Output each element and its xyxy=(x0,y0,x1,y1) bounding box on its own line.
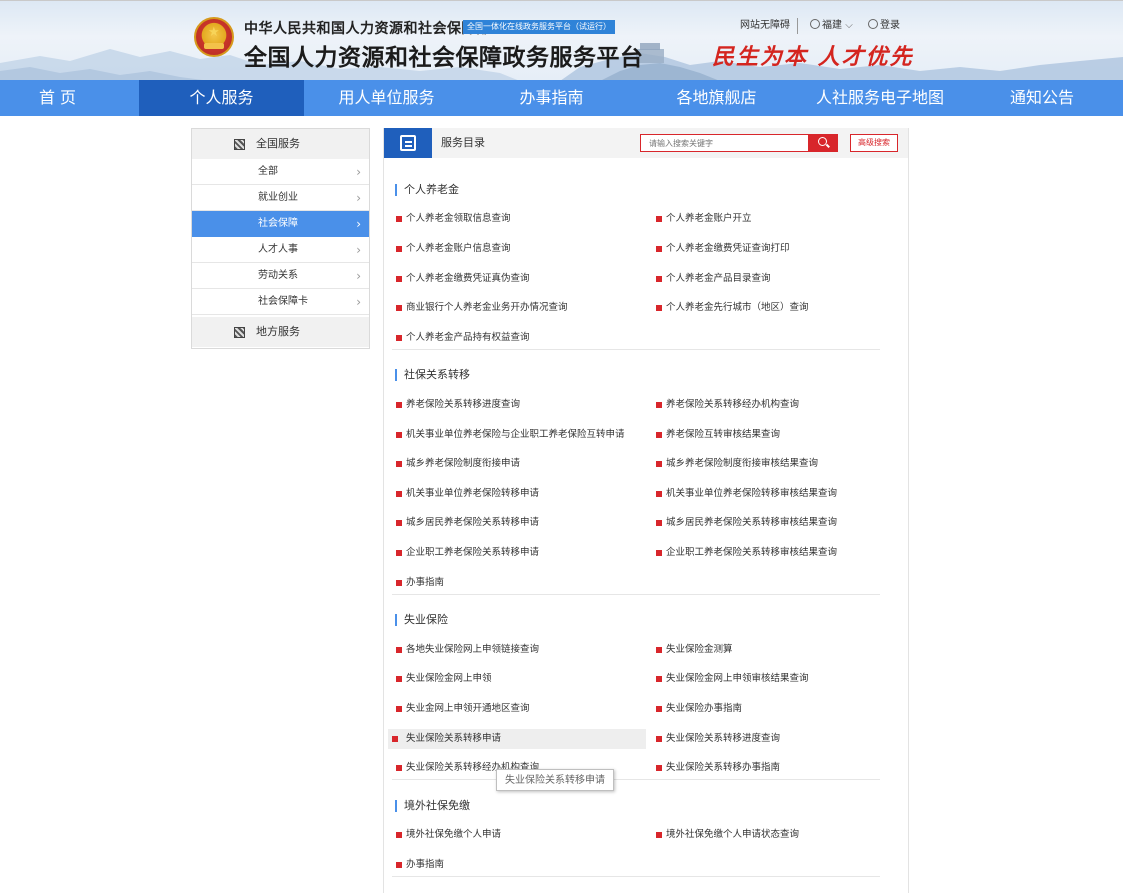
local-services-header[interactable]: 地方服务 xyxy=(192,317,369,347)
service-link[interactable]: 失业保险金测算 xyxy=(652,640,733,660)
location-icon xyxy=(810,19,820,29)
service-link[interactable]: 个人养老金先行城市（地区）查询 xyxy=(652,298,809,318)
slogan: 民生为本 人才优先 xyxy=(712,44,914,70)
service-link[interactable]: 个人养老金领取信息查询 xyxy=(392,209,511,229)
chevron-right-icon: › xyxy=(356,269,361,283)
service-link[interactable]: 失业保险关系转移办事指南 xyxy=(652,758,780,778)
national-services-label: 全国服务 xyxy=(256,137,300,150)
section-title-overseas-exemption: 境外社保免缴 xyxy=(395,800,470,812)
section-title-personal-pension: 个人养老金 xyxy=(395,184,459,196)
service-link[interactable]: 个人养老金缴费凭证查询打印 xyxy=(652,239,790,259)
sidebar-item-ss-card[interactable]: 社会保障卡 › xyxy=(192,289,369,315)
service-link[interactable]: 企业职工养老保险关系转移审核结果查询 xyxy=(652,543,837,563)
section-divider xyxy=(392,876,880,877)
nav-service-map[interactable]: 人社服务电子地图 xyxy=(799,80,961,116)
service-link[interactable]: 机关事业单位养老保险与企业职工养老保险互转申请 xyxy=(392,425,625,445)
service-link[interactable]: 养老保险互转审核结果查询 xyxy=(652,425,780,445)
top-links-divider xyxy=(797,18,798,34)
sidebar-item-label: 全部 xyxy=(258,166,278,177)
chevron-down-icon: ⌵ xyxy=(845,20,853,31)
service-link[interactable]: 机关事业单位养老保险转移申请 xyxy=(392,484,539,504)
nav-home[interactable]: 首 页 xyxy=(0,80,115,116)
service-link[interactable]: 个人养老金缴费凭证真伪查询 xyxy=(392,269,530,289)
service-sidebar: 全国服务 全部 › 就业创业 › 社会保障 › 人才人事 › 劳动关系 › 社会保障卡 › … xyxy=(191,128,370,349)
sidebar-item-label: 社会保障卡 xyxy=(258,296,308,307)
national-services-icon xyxy=(234,139,245,150)
chevron-right-icon: › xyxy=(356,217,361,231)
sidebar-item-employment[interactable]: 就业创业 › xyxy=(192,185,369,211)
nav-local-flagship[interactable]: 各地旗舰店 xyxy=(634,80,799,116)
catalog-header: 服务目录 高级搜索 xyxy=(384,128,908,158)
nav-personal-services[interactable]: 个人服务 xyxy=(139,80,304,116)
service-link[interactable]: 失业保险办事指南 xyxy=(652,699,742,719)
service-link[interactable]: 境外社保免缴个人申请 xyxy=(392,825,501,845)
catalog-title: 服务目录 xyxy=(441,136,485,149)
nav-employer-services[interactable]: 用人单位服务 xyxy=(304,80,469,116)
service-link[interactable]: 个人养老金账户信息查询 xyxy=(392,239,511,259)
login-link[interactable]: 登录 xyxy=(868,18,900,34)
service-link[interactable]: 各地失业保险网上申领链接查询 xyxy=(392,640,539,660)
chevron-right-icon: › xyxy=(356,243,361,257)
region-label: 福建 xyxy=(822,20,842,31)
service-catalog-panel: 服务目录 高级搜索 个人养老金 个人养老金领取信息查询 个人养老金账户开立 个人… xyxy=(383,128,909,893)
sidebar-item-social-security[interactable]: 社会保障 › xyxy=(192,211,369,237)
advanced-search-button[interactable]: 高级搜索 xyxy=(850,134,898,152)
service-link[interactable]: 机关事业单位养老保险转移审核结果查询 xyxy=(652,484,837,504)
service-link[interactable]: 商业银行个人养老金业务开办情况查询 xyxy=(392,298,568,318)
service-link[interactable]: 境外社保免缴个人申请状态查询 xyxy=(652,825,799,845)
sidebar-item-label: 人才人事 xyxy=(258,244,298,255)
nav-service-guide[interactable]: 办事指南 xyxy=(469,80,634,116)
search-input[interactable] xyxy=(640,134,809,152)
local-services-icon xyxy=(234,327,245,338)
main-nav: 首 页 个人服务 用人单位服务 办事指南 各地旗舰店 人社服务电子地图 通知公告 xyxy=(0,80,1123,116)
login-label: 登录 xyxy=(880,20,900,31)
ministry-name: 中华人民共和国人力资源和社会保障部 xyxy=(244,21,491,37)
service-link[interactable]: 个人养老金账户开立 xyxy=(652,209,752,229)
service-link[interactable]: 养老保险关系转移经办机构查询 xyxy=(652,395,799,415)
nav-announcements[interactable]: 通知公告 xyxy=(961,80,1123,116)
service-link[interactable]: 办事指南 xyxy=(392,855,444,875)
user-icon xyxy=(868,19,878,29)
section-title-unemployment: 失业保险 xyxy=(395,614,448,626)
national-services-header[interactable]: 全国服务 xyxy=(192,129,369,159)
catalog-icon xyxy=(400,135,416,151)
sidebar-item-talent[interactable]: 人才人事 › xyxy=(192,237,369,263)
accessibility-link[interactable]: 网站无障碍 xyxy=(740,18,790,34)
chevron-right-icon: › xyxy=(356,295,361,309)
service-link[interactable]: 城乡居民养老保险关系转移申请 xyxy=(392,513,539,533)
chevron-right-icon: › xyxy=(356,191,361,205)
service-link[interactable]: 个人养老金产品目录查询 xyxy=(652,269,771,289)
section-divider xyxy=(392,594,880,595)
section-divider xyxy=(392,779,880,780)
catalog-icon-box xyxy=(384,128,432,158)
region-selector[interactable]: 福建 ⌵ xyxy=(810,18,853,34)
chevron-right-icon: › xyxy=(356,165,361,179)
service-link[interactable]: 城乡养老保险制度衔接申请 xyxy=(392,454,520,474)
service-link[interactable]: 失业保险金网上申领审核结果查询 xyxy=(652,669,809,689)
service-link[interactable]: 企业职工养老保险关系转移申请 xyxy=(392,543,539,563)
service-link[interactable]: 失业保险关系转移进度查询 xyxy=(652,729,780,749)
service-link[interactable]: 办事指南 xyxy=(392,573,444,593)
site-header: ★ 中华人民共和国人力资源和社会保障部 全国一体化在线政务服务平台（试运行） 全… xyxy=(0,0,1123,80)
platform-badge: 全国一体化在线政务服务平台（试运行） xyxy=(463,20,615,34)
search-button[interactable] xyxy=(808,134,838,152)
section-divider xyxy=(392,349,880,350)
service-link[interactable]: 个人养老金产品持有权益查询 xyxy=(392,328,530,348)
sidebar-item-label: 劳动关系 xyxy=(258,270,298,281)
hover-tooltip: 失业保险关系转移申请 xyxy=(496,769,614,791)
service-link[interactable]: 失业保险金网上申领 xyxy=(392,669,492,689)
section-title-transfer: 社保关系转移 xyxy=(395,369,470,381)
service-link[interactable]: 城乡养老保险制度衔接审核结果查询 xyxy=(652,454,818,474)
sidebar-item-label: 就业创业 xyxy=(258,192,298,203)
national-emblem-icon: ★ xyxy=(194,17,234,57)
service-link-hovered[interactable]: 失业保险关系转移申请 xyxy=(388,729,646,749)
portal-title: 全国人力资源和社会保障政务服务平台 xyxy=(244,45,644,71)
service-link[interactable]: 失业金网上申领开通地区查询 xyxy=(392,699,530,719)
service-link[interactable]: 城乡居民养老保险关系转移审核结果查询 xyxy=(652,513,837,533)
local-services-label: 地方服务 xyxy=(256,325,300,338)
sidebar-item-label: 社会保障 xyxy=(258,218,298,229)
service-link[interactable]: 养老保险关系转移进度查询 xyxy=(392,395,520,415)
sidebar-item-labor-relations[interactable]: 劳动关系 › xyxy=(192,263,369,289)
sidebar-item-all[interactable]: 全部 › xyxy=(192,159,369,185)
